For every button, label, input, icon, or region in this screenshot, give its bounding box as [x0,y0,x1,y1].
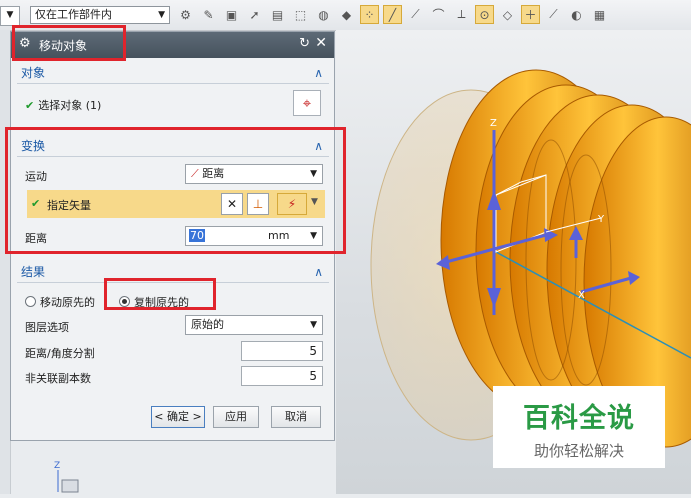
distance-label: 距离 [25,232,47,245]
chevron-down-icon: ▼ [310,231,317,241]
motion-label: 运动 [25,170,47,183]
chevron-down-icon: ▼ [310,320,317,330]
dialog-title: 移动对象 [39,39,88,53]
move-original-option[interactable]: 移动原先的 [25,294,95,310]
chevron-down-icon: ▼ [310,169,317,179]
reset-icon[interactable]: ↻ [299,36,310,51]
view-triad-z-label: Z [54,461,60,471]
motion-type-value: 距离 [202,167,225,180]
non-assoc-copies-label: 非关联副本数 [25,372,91,385]
intersection-snap-icon[interactable]: ＋ [521,5,540,24]
move-original-label: 移动原先的 [40,296,95,309]
section-transform-header[interactable]: 变换 ∧ [17,135,329,157]
gear-icon: ⚙ [19,36,31,51]
top-toolbar: ▼ 仅在工作部件内 ▼ ⚙ ✎ ▣ ➚ ▤ ⬚ ◍ ◆ ⁘ ╱ ⟋ ⌒ ⟂ ⊙ … [0,0,691,31]
center-snap-icon[interactable]: ⊙ [475,5,494,24]
ok-button[interactable]: < 确定 > [151,406,205,428]
line-end-snap-icon[interactable]: ⟋ [406,5,425,24]
chevron-down-icon[interactable]: ▼ [311,197,318,207]
axis-y-label: Y [597,214,605,225]
layer-option-dropdown[interactable]: 原始的 ▼ [185,315,323,335]
distance-input[interactable]: 70 mm ▼ [185,226,323,246]
apply-button[interactable]: 应用 [213,406,259,428]
toolbar-dropdown-button[interactable]: ▼ [0,6,20,26]
layer-option-value: 原始的 [191,318,224,331]
copy-original-label: 复制原先的 [134,296,189,309]
distance-angle-split-label: 距离/角度分割 [25,347,95,360]
select-object-button[interactable]: ⌖ [293,90,321,116]
radio-selected[interactable] [119,296,130,307]
watermark-subtitle: 助你轻松解决 [533,442,624,460]
crosshair-icon: ⌖ [302,94,312,112]
non-assoc-copies-input[interactable]: 5 [241,366,323,386]
face-snap-icon[interactable]: ◐ [567,5,586,24]
chevron-up-icon[interactable]: ∧ [314,135,323,157]
chevron-down-icon: ▼ [158,10,165,20]
solid-select-icon[interactable]: ◆ [337,5,356,24]
radio-unselected[interactable] [25,296,36,307]
view-triad: Z [54,461,79,493]
section-object-header[interactable]: 对象 ∧ [17,62,329,84]
vector-dialog-button[interactable]: ⊥ [247,193,269,215]
dialog-title-bar: ⚙ 移动对象 ↻ ✕ [11,32,334,58]
line-snap-icon[interactable]: ╱ [383,5,402,24]
reverse-direction-button[interactable]: ✕ [221,193,243,215]
axis-z-label: Z [490,118,497,129]
chevron-down-icon: ▼ [6,10,14,20]
reverse-direction-icon: ✕ [226,197,238,211]
distance-angle-split-input[interactable]: 5 [241,341,323,361]
close-icon[interactable]: ✕ [315,35,327,51]
section-transform-title: 变换 [21,139,46,153]
distance-unit: mm [268,229,290,242]
curve-snap-icon[interactable]: ⌒ [429,5,448,24]
checkmark-icon: ✔ [25,99,35,112]
snap-toolbar: ⚙ ✎ ▣ ➚ ▤ ⬚ ◍ ◆ ⁘ ╱ ⟋ ⌒ ⟂ ⊙ ◇ ＋ ⟋ ◐ ▦ [176,5,609,24]
move-object-dialog: ⚙ 移动对象 ↻ ✕ 对象 ∧ ✔ 选择对象 (1) ⌖ 变换 ∧ 运动 ⟋ 距离… [10,31,335,441]
point-snap-icon[interactable]: ⁘ [360,5,379,24]
inferred-vector-icon: ⚡ [287,197,297,211]
watermark-title: 百科全说 [523,403,635,434]
grid-snap-icon[interactable]: ▦ [590,5,609,24]
layer-option-label: 图层选项 [25,321,69,334]
watermark: 百科全说 助你轻松解决 [493,386,665,468]
selection-scope-dropdown[interactable]: 仅在工作部件内 ▼ [30,6,170,24]
snap-feature-icon[interactable]: ✎ [199,5,218,24]
section-result-header[interactable]: 结果 ∧ [17,261,329,283]
select-object-label: 选择对象 (1) [38,99,102,112]
snap-filter-icon[interactable]: ▤ [268,5,287,24]
snap-box-icon[interactable]: ▣ [222,5,241,24]
snap-cursor-icon[interactable]: ➚ [245,5,264,24]
section-result-title: 结果 [21,265,46,279]
axis-x-label: X [578,290,585,301]
tangent-snap-icon[interactable]: ⟋ [544,5,563,24]
rect-select-icon[interactable]: ⬚ [291,5,310,24]
specify-vector-row[interactable]: ✔ 指定矢量 ✕ ⊥ ⚡ ▼ [27,190,325,218]
body-select-icon[interactable]: ◍ [314,5,333,24]
selection-scope-value: 仅在工作部件内 [35,8,112,21]
chevron-up-icon[interactable]: ∧ [314,261,323,283]
motion-type-dropdown[interactable]: ⟋ 距离 ▼ [185,164,323,184]
checkmark-icon: ✔ [31,197,41,210]
distance-motion-icon: ⟋ [191,167,199,180]
perpendicular-snap-icon[interactable]: ⟂ [452,5,471,24]
cancel-button[interactable]: 取消 [271,406,321,428]
chevron-up-icon[interactable]: ∧ [314,62,323,84]
quadrant-snap-icon[interactable]: ◇ [498,5,517,24]
specify-vector-label: 指定矢量 [47,199,91,212]
inferred-vector-button[interactable]: ⚡ [277,193,307,215]
vector-constructor-icon: ⊥ [252,197,264,211]
copy-original-option[interactable]: 复制原先的 [119,294,189,310]
distance-value: 70 [189,229,205,242]
select-object-row[interactable]: ✔ 选择对象 (1) [25,97,101,113]
section-object-title: 对象 [21,66,46,80]
snap-assembly-icon[interactable]: ⚙ [176,5,195,24]
